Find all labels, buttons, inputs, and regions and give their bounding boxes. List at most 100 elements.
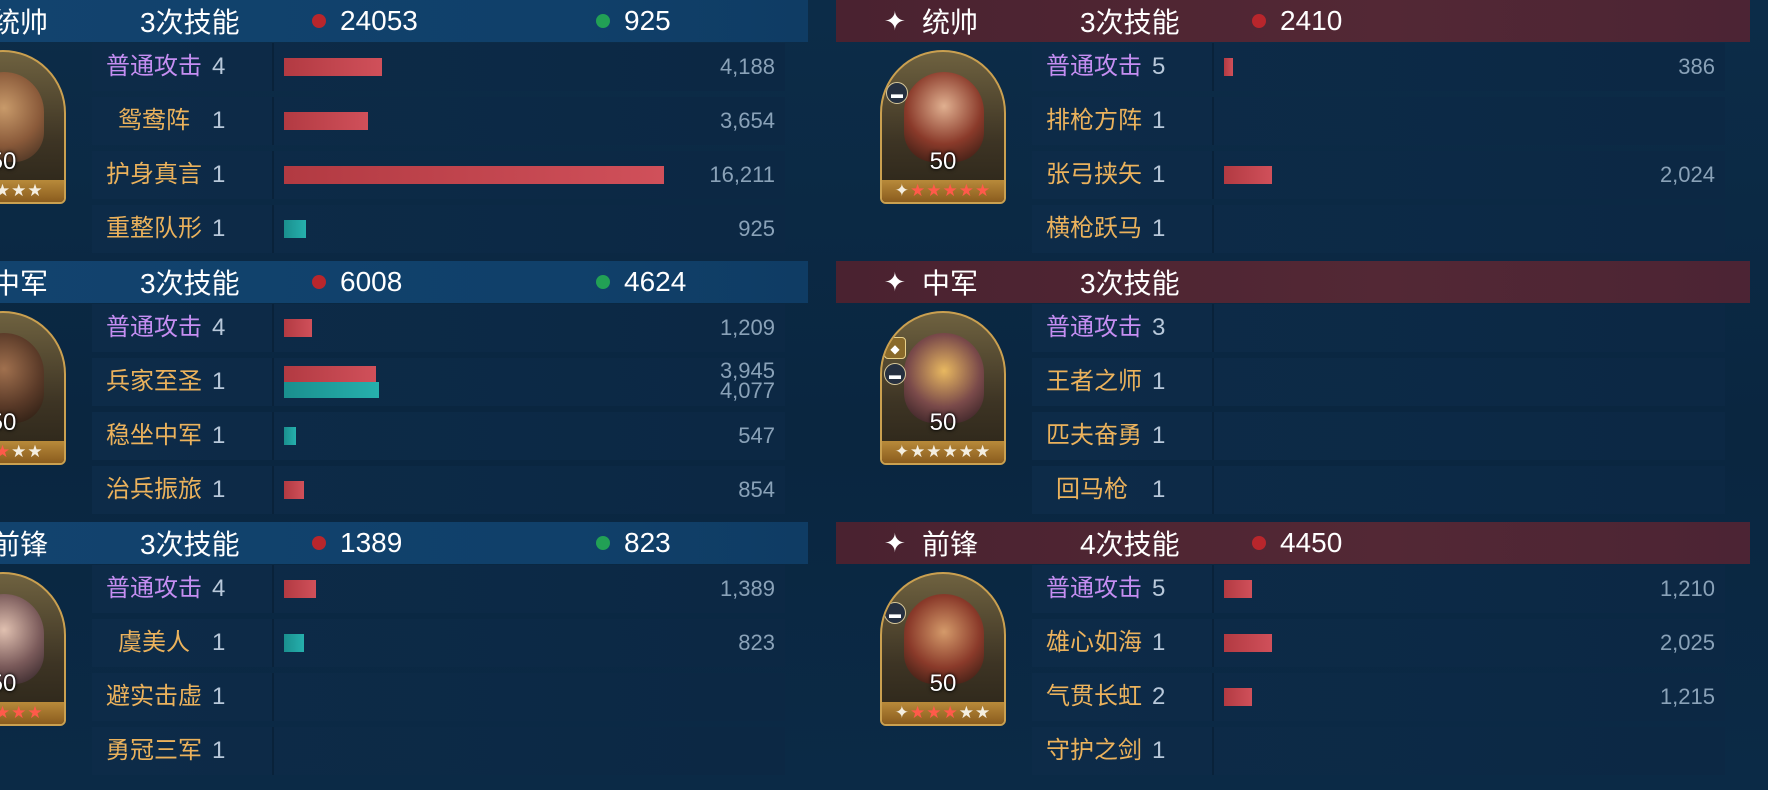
skill-name: 张弓挟矢 bbox=[1046, 161, 1142, 188]
skill-count: 1 bbox=[1152, 215, 1166, 242]
damage-value: 1,389 bbox=[719, 576, 775, 601]
skill-count: 1 bbox=[212, 476, 226, 503]
skill-name: 气贯长虹 bbox=[1046, 683, 1142, 710]
skill-name: 横枪跃马 bbox=[1046, 215, 1142, 242]
skill-row: 普通攻击 4 1,389 bbox=[92, 565, 785, 613]
skill-row: 稳坐中军 1 547 bbox=[92, 412, 785, 460]
star-rating: ✦★★★★★ bbox=[882, 441, 1004, 463]
damage-value: 4,188 bbox=[719, 54, 775, 79]
damage-bar bbox=[1224, 688, 1252, 706]
green-dot-icon bbox=[596, 536, 610, 550]
skill-count: 1 bbox=[1152, 629, 1166, 656]
skill-row: 普通攻击 3 bbox=[1032, 304, 1725, 352]
heal-value: 4,077 bbox=[719, 378, 775, 403]
divider bbox=[272, 304, 274, 352]
skill-row: 治兵振旅 1 854 bbox=[92, 466, 785, 514]
skill-row: 普通攻击 5 386 bbox=[1032, 43, 1725, 91]
divider bbox=[1212, 151, 1214, 199]
hero-level: 50 bbox=[0, 148, 17, 175]
section-header: 前锋 3次技能 1389 823 bbox=[0, 522, 808, 564]
hero-level: 50 bbox=[929, 670, 957, 697]
hero-portrait[interactable]: ▬ 50 ✦★★★★★ bbox=[880, 572, 1006, 726]
divider bbox=[272, 412, 274, 460]
skill-count: 1 bbox=[212, 737, 226, 764]
divider bbox=[1212, 619, 1214, 667]
damage-bar bbox=[284, 58, 382, 76]
green-dot-icon bbox=[596, 14, 610, 28]
heal-value: 823 bbox=[624, 527, 671, 558]
damage-value: 854 bbox=[738, 477, 775, 502]
skill-row: 普通攻击 4 4,188 bbox=[92, 43, 785, 91]
heal-total: 925 bbox=[596, 5, 671, 37]
role-label: 统帅 bbox=[0, 7, 49, 38]
right-vanguard-section: ✦ 前锋 4次技能 4450 ▬ 50 ✦★★★★★ 普通攻击 5 1,210 … bbox=[836, 522, 1750, 783]
heal-value: 823 bbox=[738, 630, 775, 655]
hero-level: 50 bbox=[0, 409, 17, 436]
damage-bar bbox=[284, 366, 376, 382]
hero-portrait[interactable]: 50 ★★★★★ bbox=[0, 311, 66, 465]
hero-portrait[interactable]: 50 ★★★★★ bbox=[0, 572, 66, 726]
hero-portrait[interactable]: 50 ★★★★★ bbox=[0, 50, 66, 204]
hero-portrait[interactable]: ▬ 50 ✦★★★★★ bbox=[880, 50, 1006, 204]
divider bbox=[1212, 673, 1214, 721]
divider bbox=[1212, 412, 1214, 460]
skill-count: 2 bbox=[1152, 683, 1166, 710]
skill-row: 横枪跃马 1 bbox=[1032, 205, 1725, 253]
damage-bar bbox=[1224, 634, 1272, 652]
damage-total: 1389 bbox=[312, 527, 402, 559]
skill-name: 排枪方阵 bbox=[1046, 107, 1142, 134]
casts-label: 3次技能 bbox=[1080, 268, 1180, 299]
skill-count: 1 bbox=[1152, 737, 1166, 764]
skill-name: 虞美人 bbox=[118, 629, 190, 656]
skill-row: 重整队形 1 925 bbox=[92, 205, 785, 253]
skill-count: 1 bbox=[1152, 368, 1166, 395]
left-team-panel: 统帅 3次技能 24053 925 50 ★★★★★ 普通攻击 4 4,188 … bbox=[0, 0, 808, 790]
section-header: ✦ 中军 3次技能 bbox=[836, 261, 1750, 303]
skill-row: 排枪方阵 1 bbox=[1032, 97, 1725, 145]
hero-portrait[interactable]: ◆ ▬ 50 ✦★★★★★ bbox=[880, 311, 1006, 465]
skill-count: 1 bbox=[1152, 422, 1166, 449]
divider bbox=[1212, 304, 1214, 352]
role-label: 前锋 bbox=[0, 529, 49, 560]
skill-count: 4 bbox=[212, 575, 226, 602]
damage-bar bbox=[1224, 580, 1252, 598]
casts-label: 3次技能 bbox=[1080, 7, 1180, 38]
skill-name: 稳坐中军 bbox=[106, 422, 202, 449]
damage-value: 16,211 bbox=[709, 162, 775, 187]
cavalry-icon: ▬ bbox=[884, 363, 906, 385]
right-commander-section: ✦ 统帅 3次技能 2410 ▬ 50 ✦★★★★★ 普通攻击 5 386 排枪… bbox=[836, 0, 1750, 261]
red-dot-icon bbox=[1252, 536, 1266, 550]
skill-name: 普通攻击 bbox=[106, 53, 202, 80]
skill-name: 勇冠三军 bbox=[106, 737, 202, 764]
damage-bar bbox=[284, 112, 368, 130]
skill-count: 1 bbox=[212, 629, 226, 656]
casts-label: 4次技能 bbox=[1080, 529, 1180, 560]
divider bbox=[1212, 358, 1214, 406]
shield-icon: ◆ bbox=[884, 337, 906, 359]
divider bbox=[1212, 466, 1214, 514]
skill-count: 5 bbox=[1152, 575, 1166, 602]
skill-name: 普通攻击 bbox=[106, 575, 202, 602]
red-dot-icon bbox=[312, 14, 326, 28]
hero-level: 50 bbox=[929, 148, 957, 175]
skill-row: 匹夫奋勇 1 bbox=[1032, 412, 1725, 460]
heal-value: 4624 bbox=[624, 266, 687, 297]
sparkle-icon: ✦ bbox=[884, 267, 906, 297]
casts-label: 3次技能 bbox=[140, 268, 240, 299]
star-rating: ✦★★★★★ bbox=[882, 180, 1004, 202]
damage-bar bbox=[284, 166, 664, 184]
hero-level: 50 bbox=[0, 670, 17, 697]
skill-name: 护身真言 bbox=[106, 161, 202, 188]
left-commander-section: 统帅 3次技能 24053 925 50 ★★★★★ 普通攻击 4 4,188 … bbox=[0, 0, 808, 261]
damage-value: 1,215 bbox=[1659, 684, 1715, 709]
divider bbox=[1212, 727, 1214, 775]
damage-value: 1,209 bbox=[719, 315, 775, 340]
skill-name: 兵家至圣 bbox=[106, 368, 202, 395]
section-header: ✦ 统帅 3次技能 2410 bbox=[836, 0, 1750, 42]
heal-bar bbox=[284, 220, 306, 238]
star-rating: ✦★★★★★ bbox=[882, 702, 1004, 724]
divider bbox=[1212, 97, 1214, 145]
green-dot-icon bbox=[596, 275, 610, 289]
damage-total: 6008 bbox=[312, 266, 402, 298]
skill-count: 3 bbox=[1152, 314, 1166, 341]
